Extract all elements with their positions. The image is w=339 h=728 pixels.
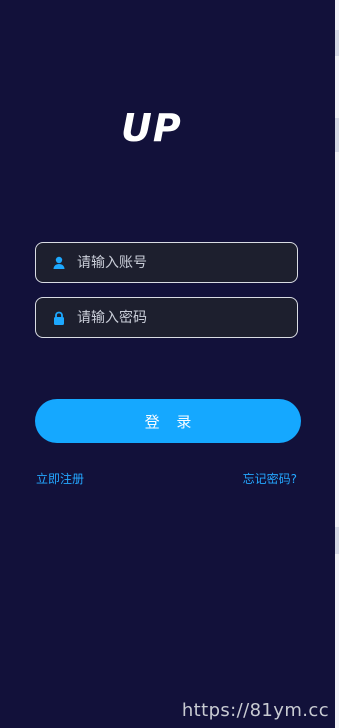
right-edge-strip-block bbox=[335, 118, 339, 152]
watermark-text: https://81ym.cc bbox=[181, 700, 329, 721]
account-field[interactable] bbox=[35, 242, 298, 283]
account-input[interactable] bbox=[77, 243, 297, 282]
forgot-password-link[interactable]: 忘记密码? bbox=[243, 470, 297, 487]
login-screen: UP 登 录 立即注册 忘记密码? https://81ym.cc bbox=[0, 0, 339, 728]
app-logo: UP bbox=[118, 105, 218, 151]
right-edge-strip-block bbox=[335, 30, 339, 56]
right-edge-strip-block bbox=[335, 527, 339, 554]
svg-text:UP: UP bbox=[121, 106, 182, 150]
register-link[interactable]: 立即注册 bbox=[36, 470, 84, 487]
password-field[interactable] bbox=[35, 297, 298, 338]
right-edge-strip bbox=[335, 0, 339, 728]
user-icon bbox=[51, 255, 67, 271]
lock-icon bbox=[51, 310, 67, 326]
login-button[interactable]: 登 录 bbox=[35, 399, 301, 443]
password-input[interactable] bbox=[77, 298, 297, 337]
